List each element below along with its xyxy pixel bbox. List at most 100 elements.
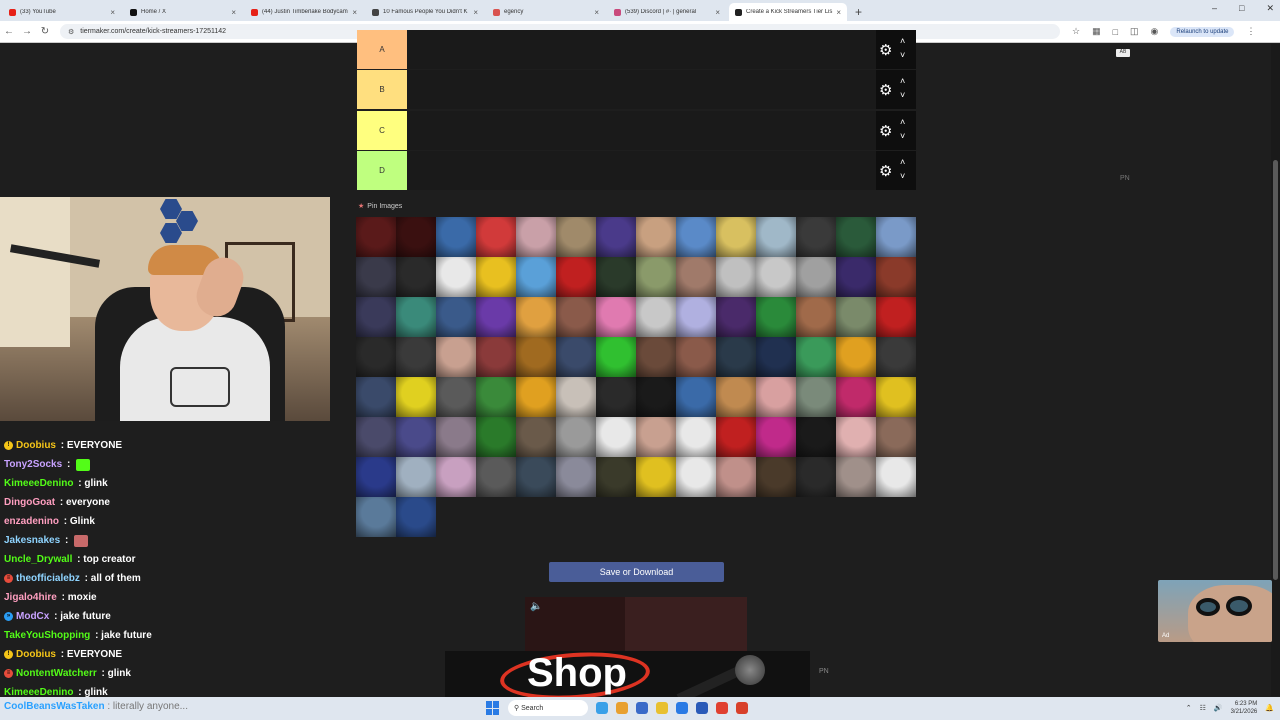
streamer-image-tile[interactable] [636,337,676,377]
chat-username[interactable]: enzadenino [4,516,59,527]
move-tier-up-icon[interactable]: ˄ [900,157,905,167]
streamer-image-tile[interactable] [476,257,516,297]
streamer-image-tile[interactable] [636,217,676,257]
tier-drop-zone[interactable] [407,70,876,109]
ad-banner[interactable]: Shop [445,651,810,697]
streamer-image-tile[interactable] [436,417,476,457]
streamer-image-tile[interactable] [436,217,476,257]
streamer-image-tile[interactable] [876,337,916,377]
streamer-image-tile[interactable] [796,337,836,377]
streamer-image-tile[interactable] [756,377,796,417]
streamer-image-tile[interactable] [556,257,596,297]
chat-username[interactable]: Doobius [16,440,56,451]
network-icon[interactable]: ☷ [1200,704,1206,712]
streamer-image-tile[interactable] [356,497,396,537]
tier-drop-zone[interactable] [407,111,876,150]
streamer-image-tile[interactable] [796,297,836,337]
chat-username[interactable]: Uncle_Drywall [4,554,72,565]
streamer-image-tile[interactable] [396,417,436,457]
streamer-image-tile[interactable] [356,297,396,337]
minimize-icon[interactable]: – [1212,3,1217,14]
streamer-image-tile[interactable] [876,257,916,297]
taskbar-app-icon[interactable] [636,702,648,714]
reload-icon[interactable]: ↻ [36,26,54,37]
streamer-image-tile[interactable] [756,457,796,497]
maximize-icon[interactable]: □ [1239,3,1244,14]
windows-start-icon[interactable] [486,701,500,715]
chat-username[interactable]: Doobius [16,649,56,660]
streamer-image-tile[interactable] [556,297,596,337]
streamer-image-tile[interactable] [636,457,676,497]
tab-close-icon[interactable]: × [231,8,236,17]
streamer-image-tile[interactable] [836,457,876,497]
browser-tab[interactable]: (33) YouTube × [3,3,121,21]
tier-label[interactable]: B [357,70,407,109]
streamer-image-tile[interactable] [476,337,516,377]
tier-label[interactable]: A [357,30,407,69]
streamer-image-tile[interactable] [836,417,876,457]
streamer-image-tile[interactable] [676,297,716,337]
tray-chevron-icon[interactable]: ⌃ [1186,704,1192,712]
streamer-image-tile[interactable] [796,257,836,297]
browser-tab[interactable]: Home / X × [124,3,242,21]
streamer-image-tile[interactable] [596,377,636,417]
save-or-download-button[interactable]: Save or Download [549,562,724,582]
tab-close-icon[interactable]: × [473,8,478,17]
streamer-image-tile[interactable] [356,217,396,257]
streamer-image-tile[interactable] [756,217,796,257]
streamer-image-tile[interactable] [516,457,556,497]
streamer-image-tile[interactable] [356,377,396,417]
streamer-image-tile[interactable] [836,337,876,377]
streamer-image-tile[interactable] [396,257,436,297]
taskbar-app-icon[interactable] [656,702,668,714]
scrollbar-thumb[interactable] [1273,160,1278,580]
ad-facecam[interactable]: Ad [1158,580,1272,642]
browser-tab[interactable]: 10 Famous People You Didn't K × [366,3,484,21]
browser-tab[interactable]: Create a Kick Streamers Tier Lis × [729,3,847,21]
streamer-image-tile[interactable] [636,257,676,297]
streamer-image-tile[interactable] [676,257,716,297]
streamer-image-tile[interactable] [556,217,596,257]
streamer-image-tile[interactable] [396,497,436,537]
chat-username[interactable]: NontentWatcherr [16,668,97,679]
move-tier-down-icon[interactable]: ˅ [900,131,905,141]
mute-icon[interactable]: 🔈 [530,601,542,612]
tab-close-icon[interactable]: × [836,8,841,17]
move-tier-down-icon[interactable]: ˅ [900,90,905,100]
move-tier-up-icon[interactable]: ˄ [900,76,905,86]
tier-settings-gear-icon[interactable]: ⚙ [879,162,892,180]
tab-close-icon[interactable]: × [110,8,115,17]
streamer-image-tile[interactable] [556,337,596,377]
chat-username[interactable]: ModCx [16,611,49,622]
streamer-image-tile[interactable] [556,417,596,457]
browser-tab[interactable]: egency × [487,3,605,21]
streamer-image-tile[interactable] [836,217,876,257]
taskbar-app-icon[interactable] [616,702,628,714]
menu-icon[interactable]: ⋮ [1246,26,1255,37]
streamer-image-tile[interactable] [756,417,796,457]
streamer-image-tile[interactable] [596,417,636,457]
streamer-image-tile[interactable] [436,377,476,417]
bookmark-star-icon[interactable]: ☆ [1072,26,1080,37]
chat-username[interactable]: TakeYouShopping [4,630,90,641]
streamer-image-tile[interactable] [436,297,476,337]
streamer-image-tile[interactable] [556,457,596,497]
streamer-image-tile[interactable] [476,217,516,257]
streamer-image-tile[interactable] [596,457,636,497]
extension-icon[interactable]: ▦ [1092,26,1101,37]
streamer-image-tile[interactable] [396,337,436,377]
chat-username[interactable]: Jakesnakes [4,535,60,546]
streamer-image-tile[interactable] [836,257,876,297]
streamer-image-tile[interactable] [516,217,556,257]
streamer-image-tile[interactable] [676,377,716,417]
streamer-image-tile[interactable] [396,217,436,257]
streamer-image-tile[interactable] [716,337,756,377]
taskbar-clock[interactable]: 6:23 PM 3/21/2026 [1231,700,1258,716]
streamer-image-tile[interactable] [556,377,596,417]
streamer-image-tile[interactable] [796,217,836,257]
streamer-image-tile[interactable] [756,337,796,377]
chat-username[interactable]: Jigalo4hire [4,592,57,603]
streamer-image-tile[interactable] [356,457,396,497]
streamer-image-tile[interactable] [876,297,916,337]
chat-username[interactable]: theofficialebz [16,573,80,584]
